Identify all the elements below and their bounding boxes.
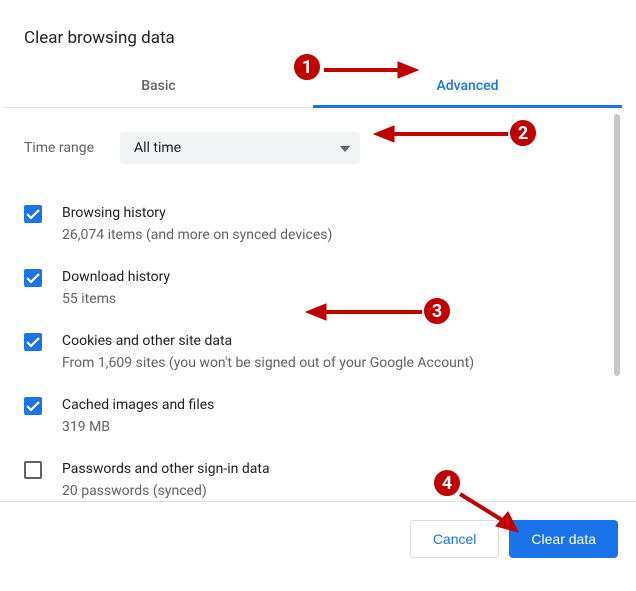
checkbox[interactable] — [24, 461, 42, 479]
checkbox[interactable] — [24, 269, 42, 287]
time-range-label: Time range — [24, 140, 106, 156]
checkbox[interactable] — [24, 205, 42, 223]
item-secondary: From 1,609 sites (you won't be signed ou… — [62, 353, 474, 373]
tab-basic[interactable]: Basic — [4, 64, 313, 107]
chevron-down-icon — [340, 140, 350, 156]
scrollbar-thumb[interactable] — [614, 114, 620, 376]
checkbox[interactable] — [24, 333, 42, 351]
item-text: Cookies and other site dataFrom 1,609 si… — [62, 331, 474, 373]
list-item: Cached images and files319 MB — [24, 384, 602, 448]
item-text: Cached images and files319 MB — [62, 395, 214, 437]
annotation-marker-1: 1 — [292, 52, 322, 82]
item-primary: Cached images and files — [62, 395, 214, 415]
item-text: Passwords and other sign-in data20 passw… — [62, 459, 270, 501]
list-item: Download history55 items — [24, 256, 602, 320]
item-text: Browsing history26,074 items (and more o… — [62, 203, 332, 245]
item-primary: Browsing history — [62, 203, 332, 223]
item-primary: Passwords and other sign-in data — [62, 459, 270, 479]
list-item: Passwords and other sign-in data20 passw… — [24, 448, 602, 504]
clear-data-button[interactable]: Clear data — [509, 520, 618, 558]
annotation-marker-2: 2 — [508, 118, 538, 148]
annotation-marker-3: 3 — [422, 296, 452, 326]
item-secondary: 20 passwords (synced) — [62, 481, 270, 501]
tab-advanced[interactable]: Advanced — [313, 64, 622, 107]
item-primary: Download history — [62, 267, 170, 287]
dialog-footer: Cancel Clear data — [0, 520, 618, 558]
item-secondary: 26,074 items (and more on synced devices… — [62, 225, 332, 245]
list-item: Cookies and other site dataFrom 1,609 si… — [24, 320, 602, 384]
content-area: Time range All time Browsing history26,0… — [4, 108, 622, 504]
list-item: Browsing history26,074 items (and more o… — [24, 192, 602, 256]
checkbox[interactable] — [24, 397, 42, 415]
cancel-button[interactable]: Cancel — [410, 520, 500, 558]
time-range-value: All time — [134, 140, 181, 156]
footer-divider — [0, 501, 636, 502]
item-primary: Cookies and other site data — [62, 331, 474, 351]
time-range-select[interactable]: All time — [120, 132, 360, 164]
item-secondary: 55 items — [62, 289, 170, 309]
item-text: Download history55 items — [62, 267, 170, 309]
item-secondary: 319 MB — [62, 417, 214, 437]
annotation-marker-4: 4 — [432, 468, 462, 498]
